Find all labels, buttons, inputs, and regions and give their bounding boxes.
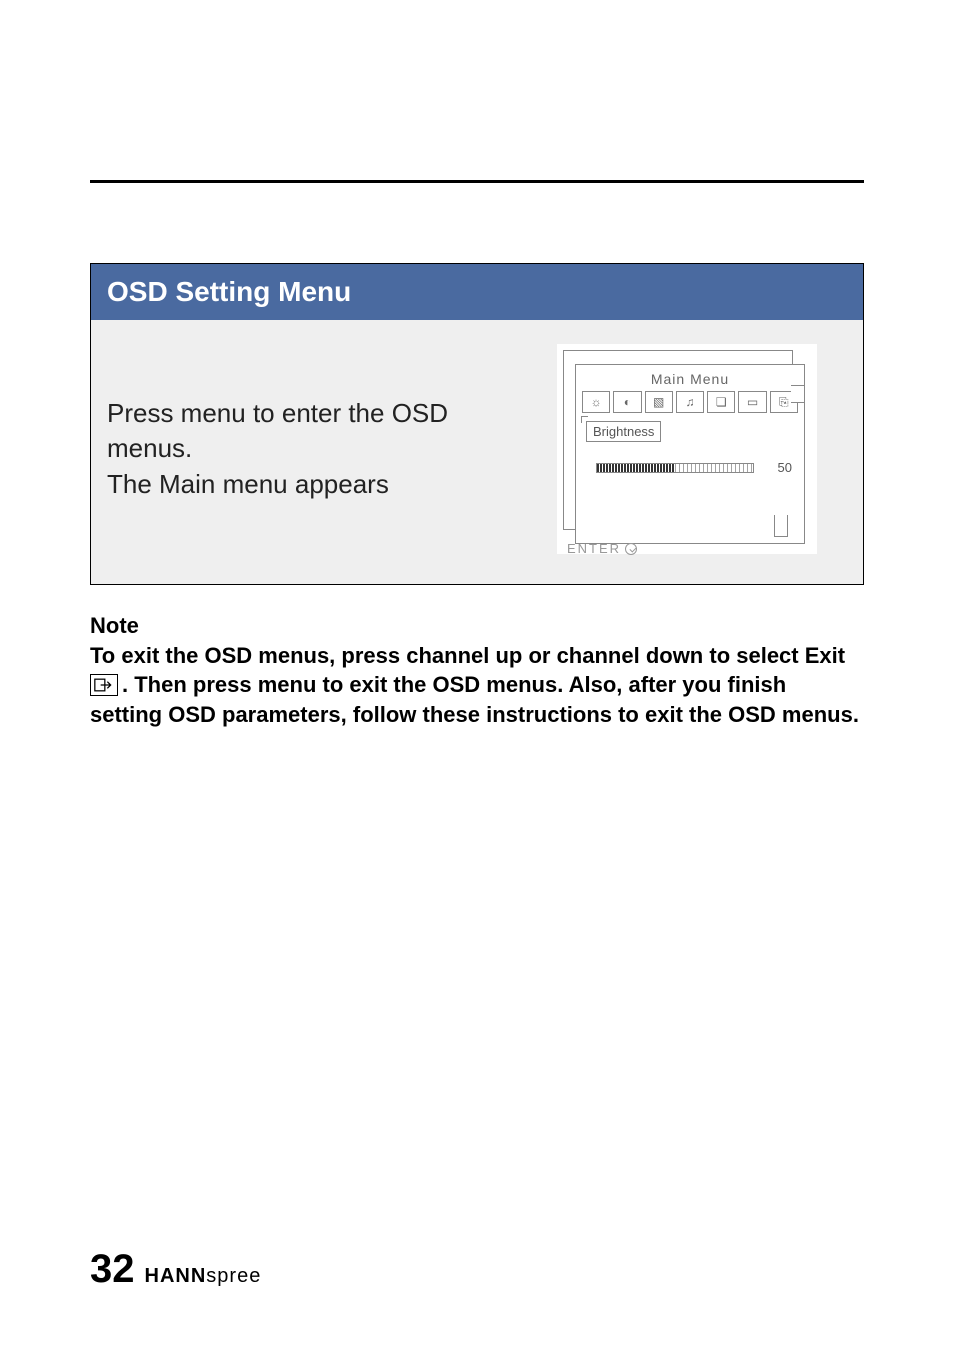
top-rule — [90, 180, 864, 183]
audio-icon: ♫ — [676, 391, 704, 413]
instruction-line-1: Press menu to enter the OSD menus. — [107, 396, 507, 466]
contrast-icon: ◐ — [613, 391, 641, 413]
card-body: Press menu to enter the OSD menus. The M… — [91, 320, 863, 584]
osd-frame-front: Main Menu ☼ ◐ ▧ ♫ ❏ ▭ ⎘ Brightness — [575, 364, 805, 544]
note-line-2: . Then press menu to exit the OSD menus.… — [90, 670, 864, 729]
osd-figure: Main Menu ☼ ◐ ▧ ♫ ❏ ▭ ⎘ Brightness — [527, 344, 847, 554]
enter-label: ENTER — [567, 541, 637, 556]
footer: 32 HANNspree — [90, 1247, 261, 1292]
brightness-icon: ☼ — [582, 391, 610, 413]
slider-dots — [675, 464, 753, 472]
note-line-2-text: . Then press menu to exit the OSD menus.… — [90, 672, 859, 727]
enter-text: ENTER — [567, 541, 621, 556]
note-block: Note To exit the OSD menus, press channe… — [90, 611, 864, 730]
frame-notch-bottom — [774, 515, 788, 537]
brand-bold: HANN — [145, 1265, 207, 1287]
param-label: Brightness — [586, 421, 661, 442]
osd-panel: Main Menu ☼ ◐ ▧ ♫ ❏ ▭ ⎘ Brightness — [557, 344, 817, 554]
brand: HANNspree — [145, 1265, 262, 1288]
page-icon: ❏ — [707, 391, 735, 413]
osd-icon-row: ☼ ◐ ▧ ♫ ❏ ▭ ⎘ — [576, 391, 804, 413]
card-title: OSD Setting Menu — [91, 264, 863, 320]
slider-fill — [597, 464, 675, 472]
enter-icon — [625, 543, 637, 555]
brand-light: spree — [206, 1265, 261, 1287]
slider-row: 50 — [596, 460, 792, 475]
frame-notch-top — [791, 385, 805, 403]
slider-value: 50 — [764, 460, 792, 475]
main-menu-title: Main Menu — [576, 365, 804, 391]
tv-icon: ▭ — [738, 391, 766, 413]
note-heading: Note — [90, 611, 864, 641]
osd-setting-card: OSD Setting Menu Press menu to enter the… — [90, 263, 864, 585]
exit-icon — [90, 674, 118, 696]
page-number: 32 — [90, 1247, 135, 1292]
page: OSD Setting Menu Press menu to enter the… — [0, 0, 954, 1352]
instruction-text: Press menu to enter the OSD menus. The M… — [107, 396, 507, 501]
note-line-1: To exit the OSD menus, press channel up … — [90, 641, 864, 671]
picture-icon: ▧ — [645, 391, 673, 413]
slider-track — [596, 463, 754, 473]
instruction-line-2: The Main menu appears — [107, 467, 507, 502]
